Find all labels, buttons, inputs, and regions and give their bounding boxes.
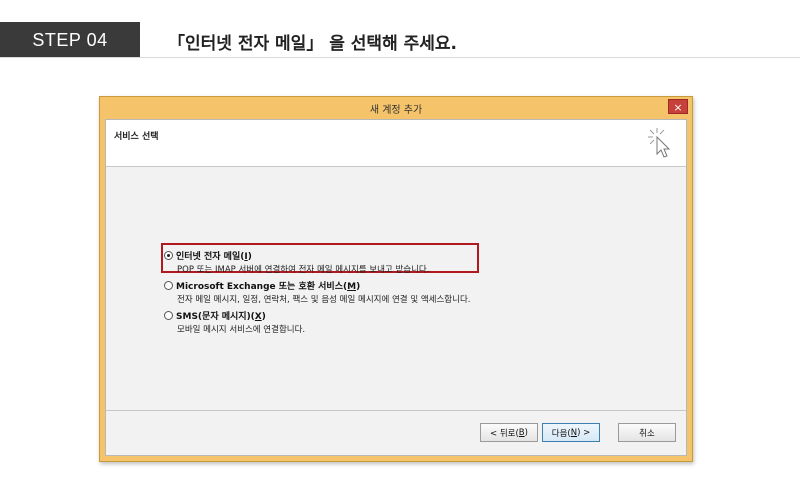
option-description: 전자 메일 메시지, 일정, 연락처, 팩스 및 음성 메일 메시지에 연결 및…: [177, 295, 471, 305]
step-instruction: 「인터넷 전자 메일」 을 선택해 주세요.: [168, 34, 458, 54]
option-internet-email[interactable]: 인터넷 전자 메일(I) POP 또는 IMAP 서버에 연결하여 전자 메일 …: [164, 249, 429, 275]
title-bar[interactable]: 새 계정 추가 ×: [100, 97, 692, 119]
service-options-area: 인터넷 전자 메일(I) POP 또는 IMAP 서버에 연결하여 전자 메일 …: [106, 167, 686, 411]
option-label: 인터넷 전자 메일(I): [176, 252, 252, 262]
window-title: 새 계정 추가: [369, 105, 423, 116]
dialog-header: 서비스 선택: [106, 120, 686, 167]
radio-sms[interactable]: [164, 311, 173, 320]
option-label: Microsoft Exchange 또는 호환 서비스(M): [176, 282, 361, 292]
cancel-button[interactable]: 취소: [618, 423, 676, 442]
header-label: 서비스 선택: [114, 132, 159, 142]
option-description: POP 또는 IMAP 서버에 연결하여 전자 메일 메시지를 보내고 받습니다…: [177, 265, 430, 275]
next-button[interactable]: 다음(N) >: [542, 423, 600, 442]
dialog-footer: < 뒤로(B) 다음(N) > 취소: [106, 410, 686, 455]
divider: [0, 57, 800, 58]
option-exchange[interactable]: Microsoft Exchange 또는 호환 서비스(M) 전자 메일 메시…: [164, 279, 470, 305]
close-button[interactable]: ×: [668, 99, 688, 114]
option-label: SMS(문자 메시지)(X): [176, 312, 266, 322]
wizard-cursor-icon: [648, 128, 671, 158]
back-button[interactable]: < 뒤로(B): [480, 423, 538, 442]
step-badge: STEP 04: [0, 22, 140, 58]
option-sms[interactable]: SMS(문자 메시지)(X) 모바일 메시지 서비스에 연결합니다.: [164, 309, 305, 335]
dialog-client: 서비스 선택 인터넷 전자 메일(I) POP 또는 IMAP 서버에 연결하여…: [105, 119, 687, 456]
radio-internet-email[interactable]: [164, 251, 173, 260]
add-account-dialog: 새 계정 추가 × 서비스 선택 인터넷 전자 메일(I) POP 또는 IMA…: [99, 96, 693, 462]
radio-exchange[interactable]: [164, 281, 173, 290]
option-description: 모바일 메시지 서비스에 연결합니다.: [177, 325, 306, 335]
